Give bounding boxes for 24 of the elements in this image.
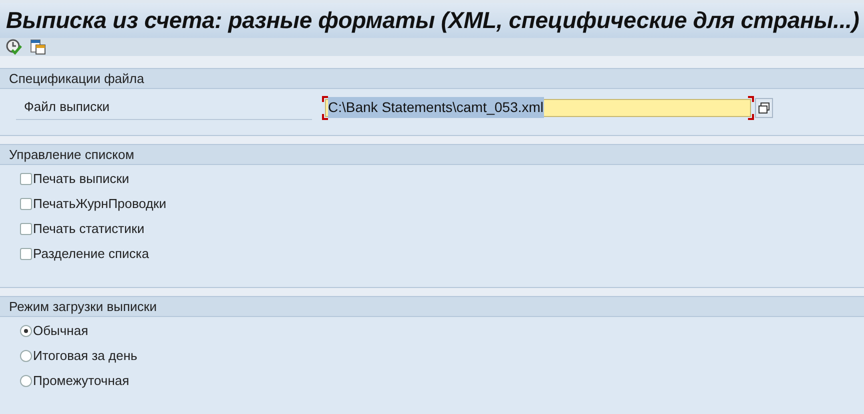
radio-button[interactable]: [20, 325, 32, 337]
file-path-field[interactable]: C:\Bank Statements\camt_053.xml: [325, 98, 751, 116]
value-help-button[interactable]: [755, 98, 773, 118]
group-title: Режим загрузки выписки: [0, 296, 864, 316]
execute-icon[interactable]: [5, 38, 23, 56]
checkbox-label: Разделение списка: [33, 245, 149, 264]
copy-icon: [758, 102, 770, 114]
field-label: Файл выписки: [16, 95, 312, 120]
group-title: Спецификации файла: [0, 68, 864, 88]
radio-label: Промежуточная: [33, 372, 130, 390]
group-title: Управление списком: [0, 144, 864, 164]
radio-button[interactable]: [20, 350, 32, 362]
checkbox[interactable]: [20, 198, 32, 210]
variant-icon[interactable]: [29, 38, 47, 56]
radio-label: Обычная: [33, 322, 88, 340]
checkbox-label: Печать статистики: [33, 220, 144, 238]
radio-label: Итоговая за день: [33, 347, 138, 366]
checkbox-label: ПечатьЖурнПроводки: [33, 195, 166, 214]
checkbox[interactable]: [20, 248, 32, 260]
checkbox[interactable]: [20, 223, 32, 235]
checkbox[interactable]: [20, 173, 32, 185]
checkbox-label: Печать выписки: [33, 170, 130, 188]
radio-button[interactable]: [20, 375, 32, 387]
window-title: Выписка из счета: разные форматы (XML, специфические для страны...): [6, 6, 860, 35]
